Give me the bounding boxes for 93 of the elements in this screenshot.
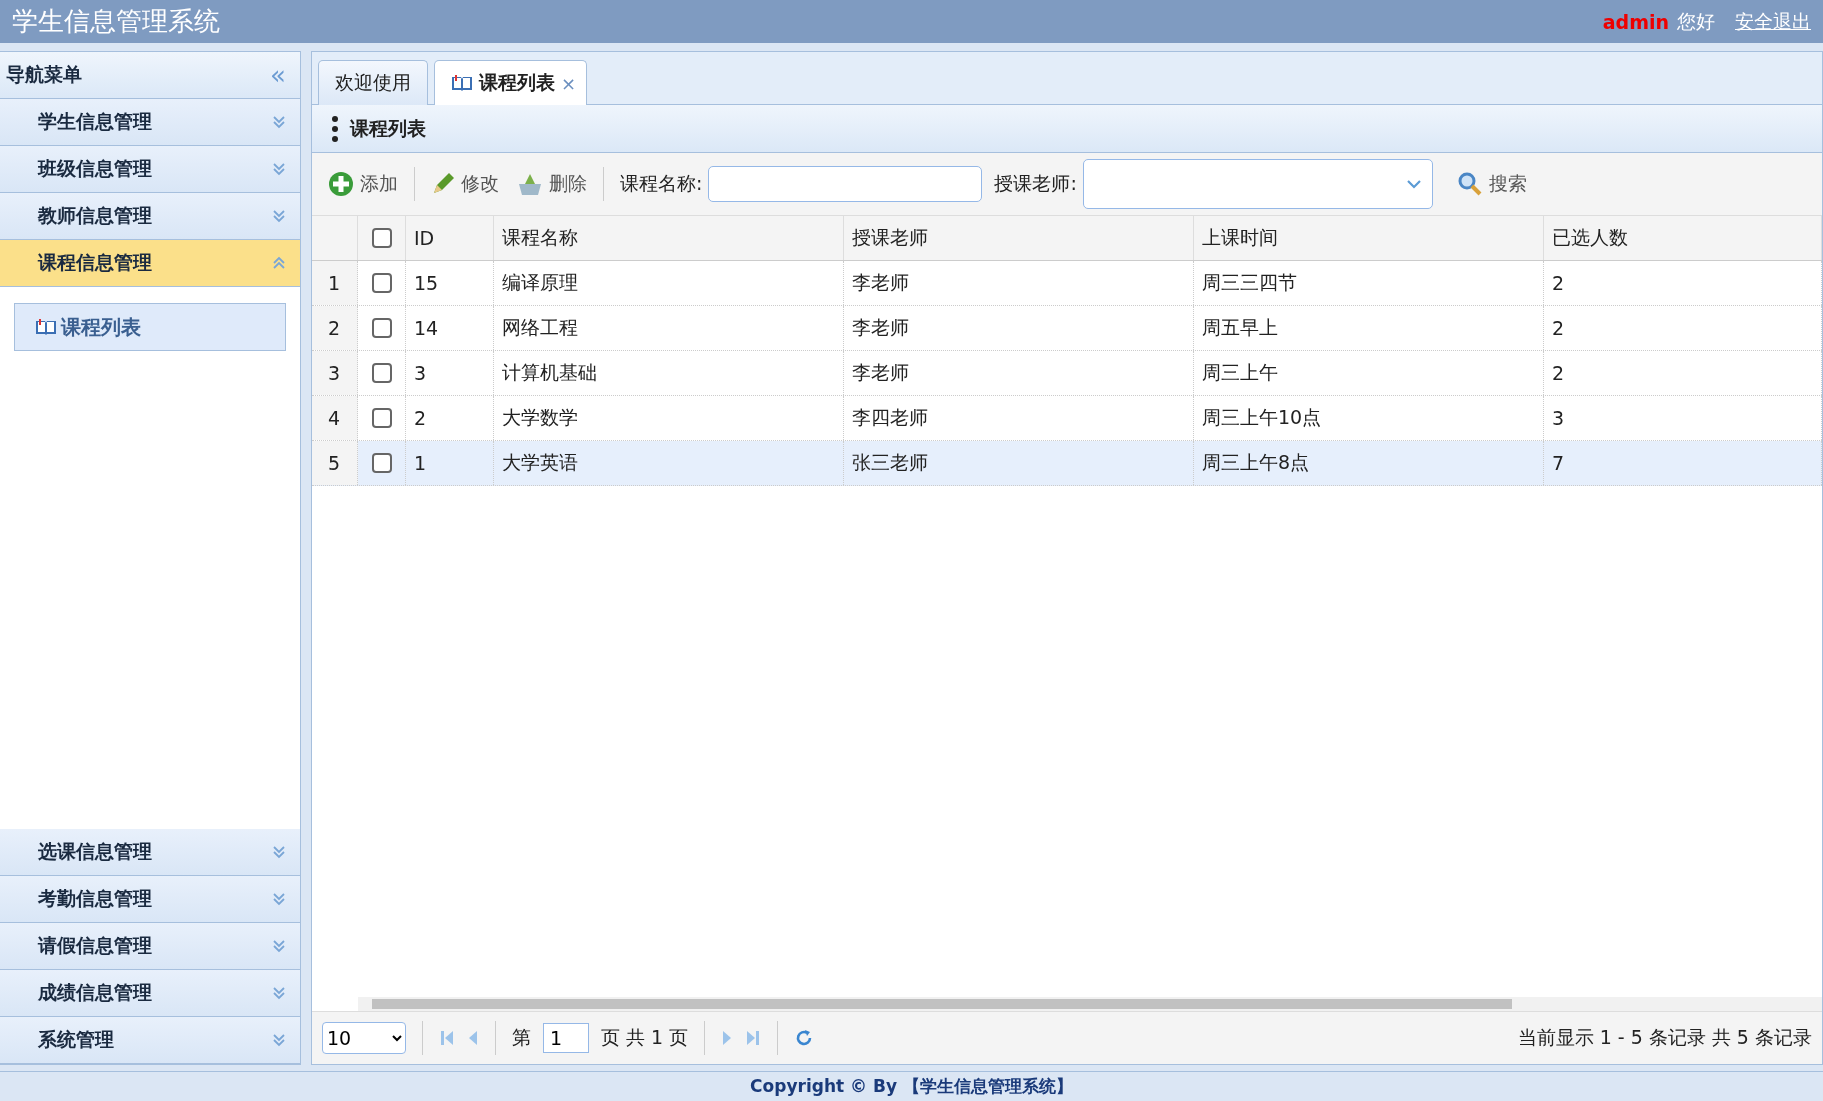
table-cell: 2 <box>1544 306 1822 350</box>
chevron-icon <box>272 1033 286 1047</box>
panel-title: 课程列表 <box>350 115 426 141</box>
row-checkbox[interactable] <box>371 408 392 428</box>
chevron-icon <box>272 256 286 270</box>
table-cell: 周三上午10点 <box>1194 396 1544 440</box>
edit-button[interactable]: 修改 <box>425 169 505 199</box>
table-cell: 李老师 <box>844 261 1194 305</box>
table-cell: 周三三四节 <box>1194 261 1544 305</box>
table-cell: 张三老师 <box>844 441 1194 485</box>
tab[interactable]: 课程列表 × <box>434 60 588 105</box>
book-icon <box>451 74 473 92</box>
chevron-icon <box>272 209 286 223</box>
row-number: 1 <box>312 261 358 305</box>
book-icon <box>35 318 57 336</box>
table-cell: 2 <box>1544 351 1822 395</box>
course-name-field[interactable] <box>708 166 983 202</box>
menu-dots-icon <box>332 115 338 142</box>
search-button[interactable]: 搜索 <box>1450 169 1533 199</box>
field-label: 授课老师: <box>994 171 1077 196</box>
delete-button[interactable]: 删除 <box>511 169 593 199</box>
chevron-icon <box>272 892 286 906</box>
page-number-field[interactable]: 1 <box>543 1023 589 1053</box>
row-checkbox[interactable] <box>371 453 392 473</box>
table-cell: 李四老师 <box>844 396 1194 440</box>
table-cell: 1 <box>406 441 494 485</box>
table-row[interactable]: 3 3 计算机基础 李老师 周三上午 2 <box>312 351 1822 396</box>
menu-group[interactable]: 选课信息管理 <box>0 829 300 876</box>
row-number: 2 <box>312 306 358 350</box>
menu-group[interactable]: 考勤信息管理 <box>0 876 300 923</box>
table-cell: 李老师 <box>844 306 1194 350</box>
menu-group[interactable]: 请假信息管理 <box>0 923 300 970</box>
table-cell: 15 <box>406 261 494 305</box>
chevron-icon <box>272 162 286 176</box>
table-cell: 编译原理 <box>494 261 844 305</box>
field-label: 课程名称: <box>620 171 703 196</box>
greeting-text: 您好 <box>1677 8 1715 34</box>
select-all-checkbox[interactable] <box>371 228 392 248</box>
record-info-text: 当前显示 1 - 5 条记录 共 5 条记录 <box>1517 1025 1812 1050</box>
row-number: 5 <box>312 441 358 485</box>
table-cell: 李老师 <box>844 351 1194 395</box>
chevron-icon <box>272 845 286 859</box>
table-cell: 周三上午8点 <box>1194 441 1544 485</box>
table-row[interactable]: 2 14 网络工程 李老师 周五早上 2 <box>312 306 1822 351</box>
page-count-text: 页 共 1 页 <box>601 1025 689 1050</box>
copyright-text: Copyright © By 【学生信息管理系统】 <box>750 1075 1073 1098</box>
page-size-select[interactable]: 10 <box>322 1022 406 1054</box>
row-number: 3 <box>312 351 358 395</box>
menu-group[interactable]: 教师信息管理 <box>0 193 300 240</box>
user-name: admin <box>1602 10 1669 33</box>
row-checkbox[interactable] <box>371 273 392 293</box>
chevron-icon <box>272 115 286 129</box>
table-cell: 2 <box>406 396 494 440</box>
table-cell: 7 <box>1544 441 1822 485</box>
table-cell: 14 <box>406 306 494 350</box>
horizontal-scrollbar[interactable] <box>358 997 1822 1011</box>
row-checkbox[interactable] <box>371 363 392 383</box>
column-header[interactable]: 上课时间 <box>1194 216 1544 260</box>
table-row[interactable]: 1 15 编译原理 李老师 周三三四节 2 <box>312 261 1822 306</box>
column-header[interactable]: ID <box>406 216 494 260</box>
chevron-icon <box>272 986 286 1000</box>
table-cell: 大学英语 <box>494 441 844 485</box>
basket-icon <box>517 172 543 196</box>
table-cell: 周三上午 <box>1194 351 1544 395</box>
menu-group[interactable]: 系统管理 <box>0 1017 300 1064</box>
menu-item[interactable]: 课程列表 <box>14 303 286 351</box>
column-header[interactable]: 授课老师 <box>844 216 1194 260</box>
pencil-icon <box>431 172 455 196</box>
page-prefix: 第 <box>512 1025 531 1050</box>
menu-group[interactable]: 班级信息管理 <box>0 146 300 193</box>
sidebar-title: 导航菜单 <box>6 62 82 87</box>
plus-icon <box>328 171 354 197</box>
table-cell: 3 <box>1544 396 1822 440</box>
teacher-combobox[interactable] <box>1082 159 1433 209</box>
tab[interactable]: 欢迎使用 <box>318 60 428 105</box>
menu-group[interactable]: 学生信息管理 <box>0 99 300 146</box>
table-cell: 2 <box>1544 261 1822 305</box>
search-icon <box>1456 171 1483 197</box>
column-header[interactable]: 已选人数 <box>1544 216 1822 260</box>
table-row[interactable]: 5 1 大学英语 张三老师 周三上午8点 7 <box>312 441 1822 486</box>
menu-group[interactable]: 成绩信息管理 <box>0 970 300 1017</box>
app-title: 学生信息管理系统 <box>12 5 220 38</box>
table-cell: 计算机基础 <box>494 351 844 395</box>
add-button[interactable]: 添加 <box>322 169 404 199</box>
row-checkbox[interactable] <box>371 318 392 338</box>
table-cell: 周五早上 <box>1194 306 1544 350</box>
row-number: 4 <box>312 396 358 440</box>
table-cell: 大学数学 <box>494 396 844 440</box>
column-header[interactable]: 课程名称 <box>494 216 844 260</box>
menu-group[interactable]: 课程信息管理 <box>0 240 300 287</box>
table-cell: 3 <box>406 351 494 395</box>
chevron-icon <box>272 939 286 953</box>
table-cell: 网络工程 <box>494 306 844 350</box>
